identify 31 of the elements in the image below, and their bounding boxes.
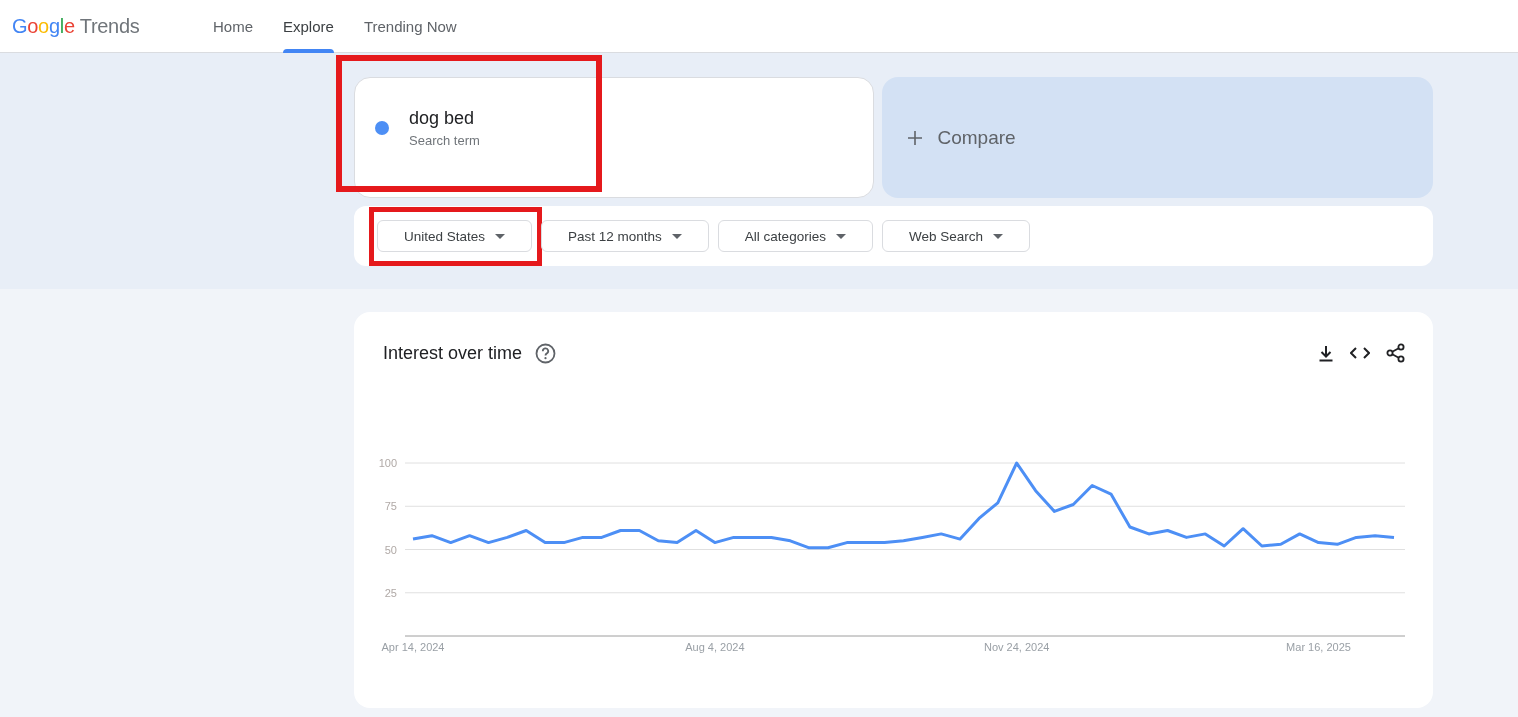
product-name: Trends bbox=[79, 14, 140, 38]
x-tick-label: Aug 4, 2024 bbox=[685, 641, 745, 653]
nav-tab[interactable]: Home bbox=[198, 0, 268, 52]
filter-dropdown[interactable]: United States bbox=[377, 220, 533, 252]
help-icon[interactable] bbox=[535, 342, 557, 364]
caret-icon bbox=[835, 233, 846, 239]
nav-tab[interactable]: Trending Now bbox=[348, 0, 472, 52]
y-tick-label: 25 bbox=[384, 586, 397, 599]
filter-dropdown[interactable]: Web Search bbox=[881, 220, 1030, 252]
embed-icon[interactable] bbox=[1350, 346, 1370, 360]
caret-icon bbox=[992, 233, 1003, 239]
share-icon[interactable] bbox=[1386, 343, 1405, 363]
logo-wordmark[interactable]: Google bbox=[12, 14, 75, 38]
y-tick-label: 50 bbox=[384, 543, 397, 556]
filter-dropdown[interactable]: All categories bbox=[717, 220, 873, 252]
x-tick-label: Mar 16, 2025 bbox=[1286, 641, 1351, 653]
filter-dropdown[interactable]: Past 12 months bbox=[541, 220, 709, 252]
caret-icon bbox=[495, 233, 506, 239]
y-tick-label: 100 bbox=[378, 457, 397, 469]
caret-icon bbox=[671, 233, 682, 239]
nav-tab[interactable]: Explore bbox=[268, 0, 349, 52]
plus-icon bbox=[907, 130, 922, 145]
search-term: dog bed bbox=[409, 107, 476, 129]
compare-button[interactable]: Compare bbox=[881, 77, 1433, 198]
chart-title: Interest over time bbox=[383, 342, 523, 364]
search-term-card[interactable]: dog bed Search term bbox=[354, 77, 874, 198]
y-tick-label: 75 bbox=[384, 500, 397, 513]
x-tick-label: Nov 24, 2024 bbox=[983, 641, 1050, 653]
search-term-label: Search term bbox=[409, 132, 480, 148]
download-icon[interactable] bbox=[1318, 344, 1334, 362]
x-tick-label: Apr 14, 2024 bbox=[381, 641, 445, 653]
